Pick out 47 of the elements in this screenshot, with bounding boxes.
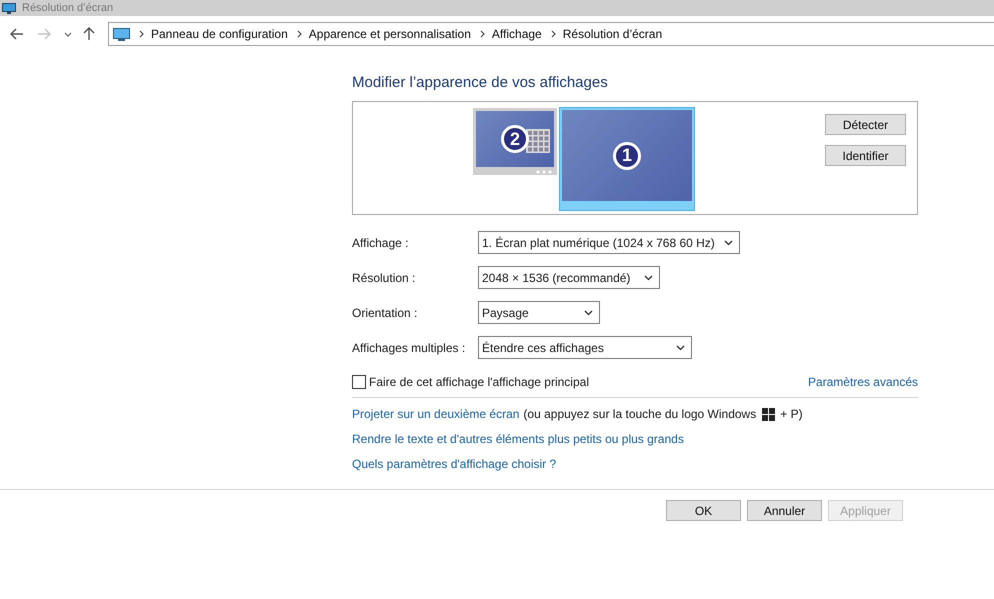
dots-icon: [536, 170, 552, 174]
field-label: Affichages multiples :: [352, 340, 466, 354]
chevron-icon: [480, 30, 485, 38]
dropdown-icon[interactable]: [64, 32, 72, 36]
dropdown-icon: [584, 310, 593, 316]
panel-button[interactable]: Identifier: [825, 145, 906, 166]
grid-icon: [526, 129, 550, 153]
dialog-button[interactable]: Annuler: [747, 500, 822, 521]
address-bar[interactable]: Panneau de configuration Apparence et personnalisation Affichage Résolution d’écran: [108, 22, 994, 46]
dropdown-field[interactable]: 2048 × 1536 (recommandé): [478, 266, 660, 289]
field-label: Résolution :: [352, 270, 416, 284]
dropdown-icon: [644, 274, 653, 280]
breadcrumb-item[interactable]: Panneau de configuration: [151, 27, 288, 41]
advanced-settings-link[interactable]: Paramètres avancés: [808, 375, 918, 389]
shortcut-text: (ou appuyez sur la touche du logo Windows: [523, 407, 756, 421]
checkbox-label[interactable]: Faire de cet affichage l'affichage principal: [369, 375, 589, 389]
dropdown-icon: [724, 240, 733, 246]
chevron-icon: [550, 30, 556, 38]
back-icon[interactable]: [10, 28, 24, 40]
field-label: Orientation :: [352, 306, 418, 320]
computer-icon: [113, 28, 130, 40]
page-heading: Modifier l’apparence de vos affichages: [352, 73, 609, 93]
project-link[interactable]: Projeter sur un deuxième écran: [352, 407, 520, 421]
windows-logo-icon: [762, 408, 776, 420]
breadcrumb-item[interactable]: Affichage: [492, 27, 542, 41]
field-label: Affichage :: [352, 236, 410, 250]
dropdown-field[interactable]: Étendre ces affichages: [478, 336, 692, 359]
monitor-display[interactable]: 2: [473, 108, 557, 175]
shortcut-text: + P): [780, 407, 803, 421]
dropdown-field[interactable]: Paysage: [478, 301, 600, 324]
up-icon[interactable]: [83, 27, 95, 41]
chevron-icon: [139, 30, 144, 38]
display-number: 2: [501, 125, 529, 153]
monitor-display[interactable]: 1: [560, 108, 694, 210]
dropdown-field[interactable]: 1. Écran plat numérique (1024 x 768 60 Hz): [478, 231, 740, 254]
monitor-icon: [2, 2, 16, 14]
panel-button[interactable]: Détecter: [825, 114, 906, 135]
chevron-icon: [296, 30, 302, 38]
help-link[interactable]: Quels paramètres d'affichage choisir ?: [352, 457, 556, 471]
help-link[interactable]: Rendre le texte et d'autres éléments plus petits ou plus grands: [352, 432, 684, 446]
dialog-button[interactable]: OK: [666, 500, 741, 521]
breadcrumb-item[interactable]: Apparence et personnalisation: [308, 27, 471, 41]
display-number: 1: [613, 142, 641, 170]
dropdown-icon: [676, 344, 685, 350]
checkbox[interactable]: [352, 375, 366, 389]
breadcrumb-item[interactable]: Résolution d’écran: [562, 27, 662, 41]
window-title: Résolution d’écran: [22, 2, 114, 14]
